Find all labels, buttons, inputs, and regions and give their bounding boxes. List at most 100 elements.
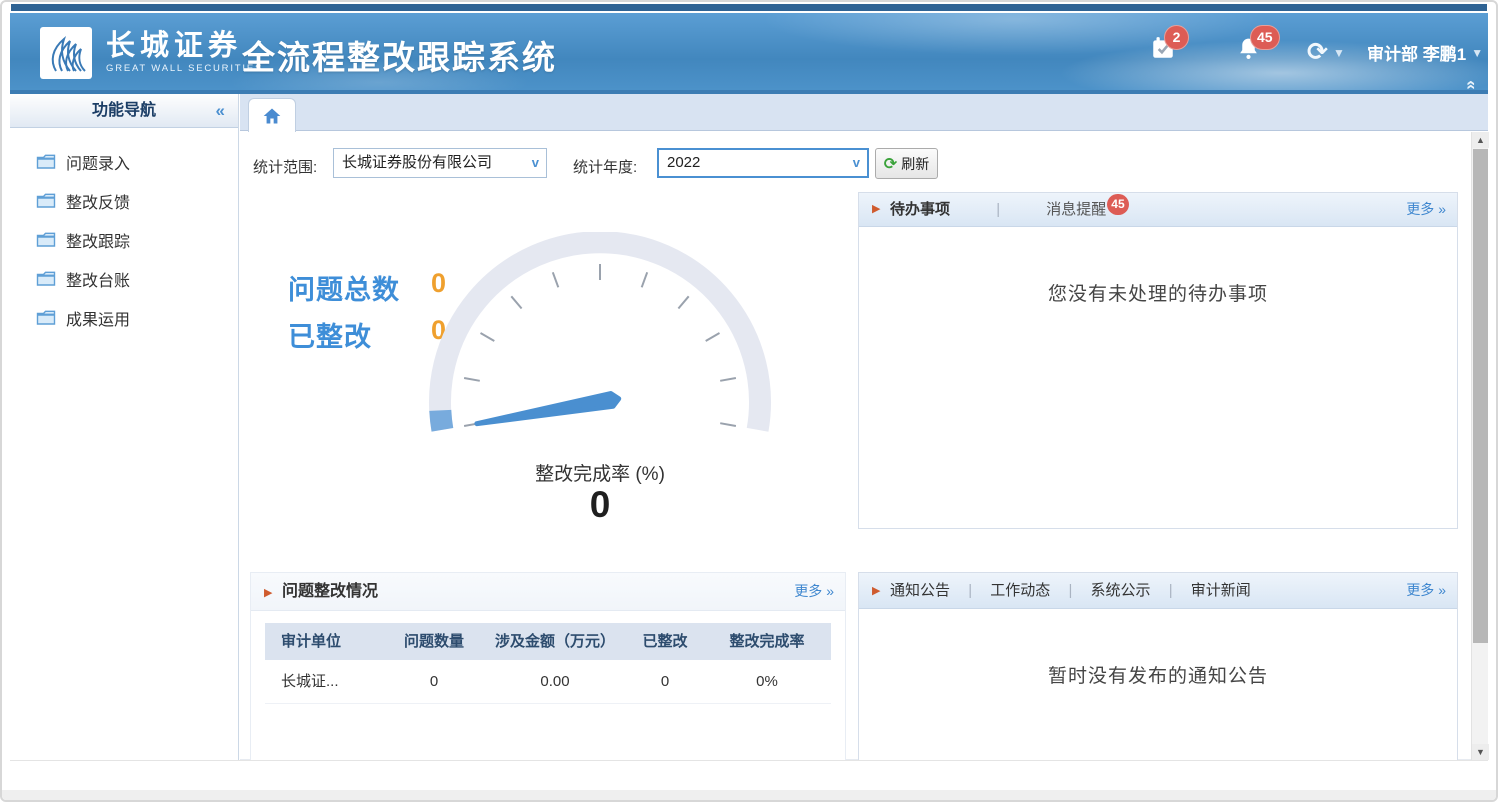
sidebar: 功能导航 « 问题录入 整改反馈 整改跟踪 整改台账 成果运用: [10, 94, 239, 760]
gauge-value: 0: [420, 484, 780, 526]
table-row[interactable]: 长城证... 0 0.00 0 0%: [265, 660, 831, 704]
cell-audit-unit: 长城证...: [265, 660, 380, 703]
year-label: 统计年度:: [573, 156, 637, 177]
window-bottom-strip: [2, 790, 1496, 800]
main-area: 统计范围: 长城证券股份有限公司 v 统计年度: 2022 v ⟳ 刷新 问题总…: [240, 94, 1488, 760]
message-reminder-badge: 45: [1107, 194, 1128, 215]
scroll-up-arrow-icon[interactable]: ▲: [1472, 132, 1489, 148]
sidebar-item-results-usage[interactable]: 成果运用: [10, 298, 238, 337]
chevron-down-icon[interactable]: v: [853, 150, 860, 176]
app-header: 长城证券 GREAT WALL SECURITIES 全流程整改跟踪系统 2 4…: [10, 13, 1488, 90]
wave-logo-icon: [40, 27, 92, 79]
issues-more-link[interactable]: 更多 »: [794, 573, 834, 610]
sidebar-item-label: 成果运用: [66, 306, 130, 330]
logo-english-name: GREAT WALL SECURITIES: [106, 63, 263, 74]
home-icon: [262, 106, 282, 126]
refresh-button[interactable]: ⟳ 刷新: [875, 148, 938, 179]
tab-divider: |: [996, 201, 1000, 218]
tab-divider: |: [1169, 582, 1173, 599]
footer-bar: [10, 760, 1488, 790]
sidebar-collapse-icon[interactable]: «: [216, 94, 225, 127]
todo-more-link[interactable]: 更多 »: [1406, 193, 1446, 226]
folder-icon: [36, 153, 56, 170]
issues-table-header: 审计单位 问题数量 涉及金额（万元） 已整改 整改完成率: [265, 623, 831, 660]
todo-panel: ▶ 待办事项 | 消息提醒45 更多 » 您没有未处理的待办事项: [858, 192, 1458, 529]
notifications[interactable]: 45: [1236, 35, 1261, 66]
app-window: 长城证券 GREAT WALL SECURITIES 全流程整改跟踪系统 2 4…: [0, 0, 1498, 802]
tab-work-updates[interactable]: 工作动态: [990, 582, 1050, 599]
sidebar-item-label: 问题录入: [66, 150, 130, 174]
sidebar-item-rectify-ledger[interactable]: 整改台账: [10, 259, 238, 298]
tab-notices[interactable]: 通知公告: [890, 582, 950, 599]
company-logo: [40, 27, 92, 79]
cell-rectified: 0: [622, 660, 708, 703]
col-issue-count: 问题数量: [380, 623, 488, 660]
scope-select-value: 长城证券股份有限公司: [342, 154, 492, 171]
scrollbar-thumb[interactable]: [1473, 149, 1488, 643]
tab-audit-news[interactable]: 审计新闻: [1191, 582, 1251, 599]
tab-bar: [240, 94, 1488, 131]
refresh-caret-icon[interactable]: ▼: [1333, 46, 1345, 60]
vertical-scrollbar[interactable]: ▲ ▼: [1471, 132, 1488, 760]
cell-issue-count: 0: [380, 660, 488, 703]
scroll-down-arrow-icon[interactable]: ▼: [1472, 744, 1489, 760]
user-caret-icon[interactable]: ▼: [1471, 46, 1483, 60]
page-title: 全流程整改跟踪系统: [242, 31, 557, 79]
tab-divider: |: [1068, 582, 1072, 599]
total-issues-label: 问题总数: [288, 268, 400, 307]
notice-panel-tabs: 通知公告 | 工作动态 | 系统公示 | 审计新闻: [890, 573, 1251, 608]
tab-message-reminder[interactable]: 消息提醒: [1046, 201, 1106, 218]
sidebar-items: 问题录入 整改反馈 整改跟踪 整改台账 成果运用: [10, 128, 238, 337]
issues-panel-title: 问题整改情况: [282, 573, 378, 610]
refresh-icon[interactable]: ⟳: [1307, 38, 1328, 66]
gauge-title: 整改完成率 (%): [420, 459, 780, 486]
sidebar-item-label: 整改台账: [66, 267, 130, 291]
arrow-right-icon: ▶: [264, 575, 272, 612]
tab-divider: |: [968, 582, 972, 599]
todo-panel-header: ▶ 待办事项 | 消息提醒45 更多 »: [859, 193, 1457, 227]
collapse-header-icon[interactable]: «: [1461, 80, 1481, 89]
refresh-button-label: 刷新: [901, 154, 929, 174]
tab-home[interactable]: [248, 98, 296, 132]
folder-icon: [36, 309, 56, 326]
rectified-label: 已整改: [288, 315, 372, 354]
notice-panel-header: ▶ 通知公告 | 工作动态 | 系统公示 | 审计新闻 更多 »: [859, 573, 1457, 609]
issues-panel: ▶ 问题整改情况 更多 » 审计单位 问题数量 涉及金额（万元） 已整改 整改完…: [250, 572, 846, 763]
folder-icon: [36, 270, 56, 287]
user-name[interactable]: 审计部 李鹏1: [1367, 45, 1466, 64]
sidebar-item-rectify-feedback[interactable]: 整改反馈: [10, 181, 238, 220]
arrow-right-icon: ▶: [872, 193, 880, 226]
year-select[interactable]: 2022 v: [657, 148, 869, 178]
window-top-strip: [11, 4, 1487, 11]
tab-system-announcements[interactable]: 系统公示: [1091, 582, 1151, 599]
col-audit-unit: 审计单位: [265, 623, 380, 660]
logo-chinese-name: 长城证券: [106, 29, 263, 61]
todo-count-badge[interactable]: 2: [1164, 25, 1189, 50]
logo-text: 长城证券 GREAT WALL SECURITIES: [106, 29, 263, 74]
notice-empty-text: 暂时没有发布的通知公告: [859, 661, 1457, 688]
issues-table: 审计单位 问题数量 涉及金额（万元） 已整改 整改完成率 长城证... 0 0.…: [265, 623, 831, 704]
notice-panel: ▶ 通知公告 | 工作动态 | 系统公示 | 审计新闻 更多 » 暂时没有发布的…: [858, 572, 1458, 763]
sidebar-title: 功能导航: [92, 102, 156, 119]
cell-completion-rate: 0%: [708, 660, 826, 703]
col-amount: 涉及金额（万元）: [488, 623, 622, 660]
folder-icon: [36, 231, 56, 248]
sidebar-item-issue-entry[interactable]: 问题录入: [10, 142, 238, 181]
col-completion-rate: 整改完成率: [708, 623, 826, 660]
dashboard-content: 统计范围: 长城证券股份有限公司 v 统计年度: 2022 v ⟳ 刷新 问题总…: [240, 132, 1471, 760]
header-refresh[interactable]: ⟳▼: [1307, 37, 1345, 67]
message-count-badge[interactable]: 45: [1250, 25, 1280, 50]
todo-shortcut[interactable]: 2: [1150, 35, 1176, 66]
scope-label: 统计范围:: [253, 156, 317, 177]
sidebar-header: 功能导航 «: [10, 94, 238, 128]
year-select-value: 2022: [667, 154, 700, 171]
sidebar-item-rectify-tracking[interactable]: 整改跟踪: [10, 220, 238, 259]
notice-more-link[interactable]: 更多 »: [1406, 573, 1446, 608]
scope-select[interactable]: 长城证券股份有限公司 v: [333, 148, 547, 178]
issues-panel-header: ▶ 问题整改情况 更多 »: [251, 573, 845, 611]
tab-todo-items[interactable]: 待办事项: [890, 201, 950, 218]
todo-panel-tabs: 待办事项 | 消息提醒45: [890, 193, 1129, 226]
user-menu[interactable]: 审计部 李鹏1 ▼: [1367, 40, 1483, 65]
sidebar-item-label: 整改跟踪: [66, 228, 130, 252]
chevron-down-icon[interactable]: v: [532, 149, 539, 177]
